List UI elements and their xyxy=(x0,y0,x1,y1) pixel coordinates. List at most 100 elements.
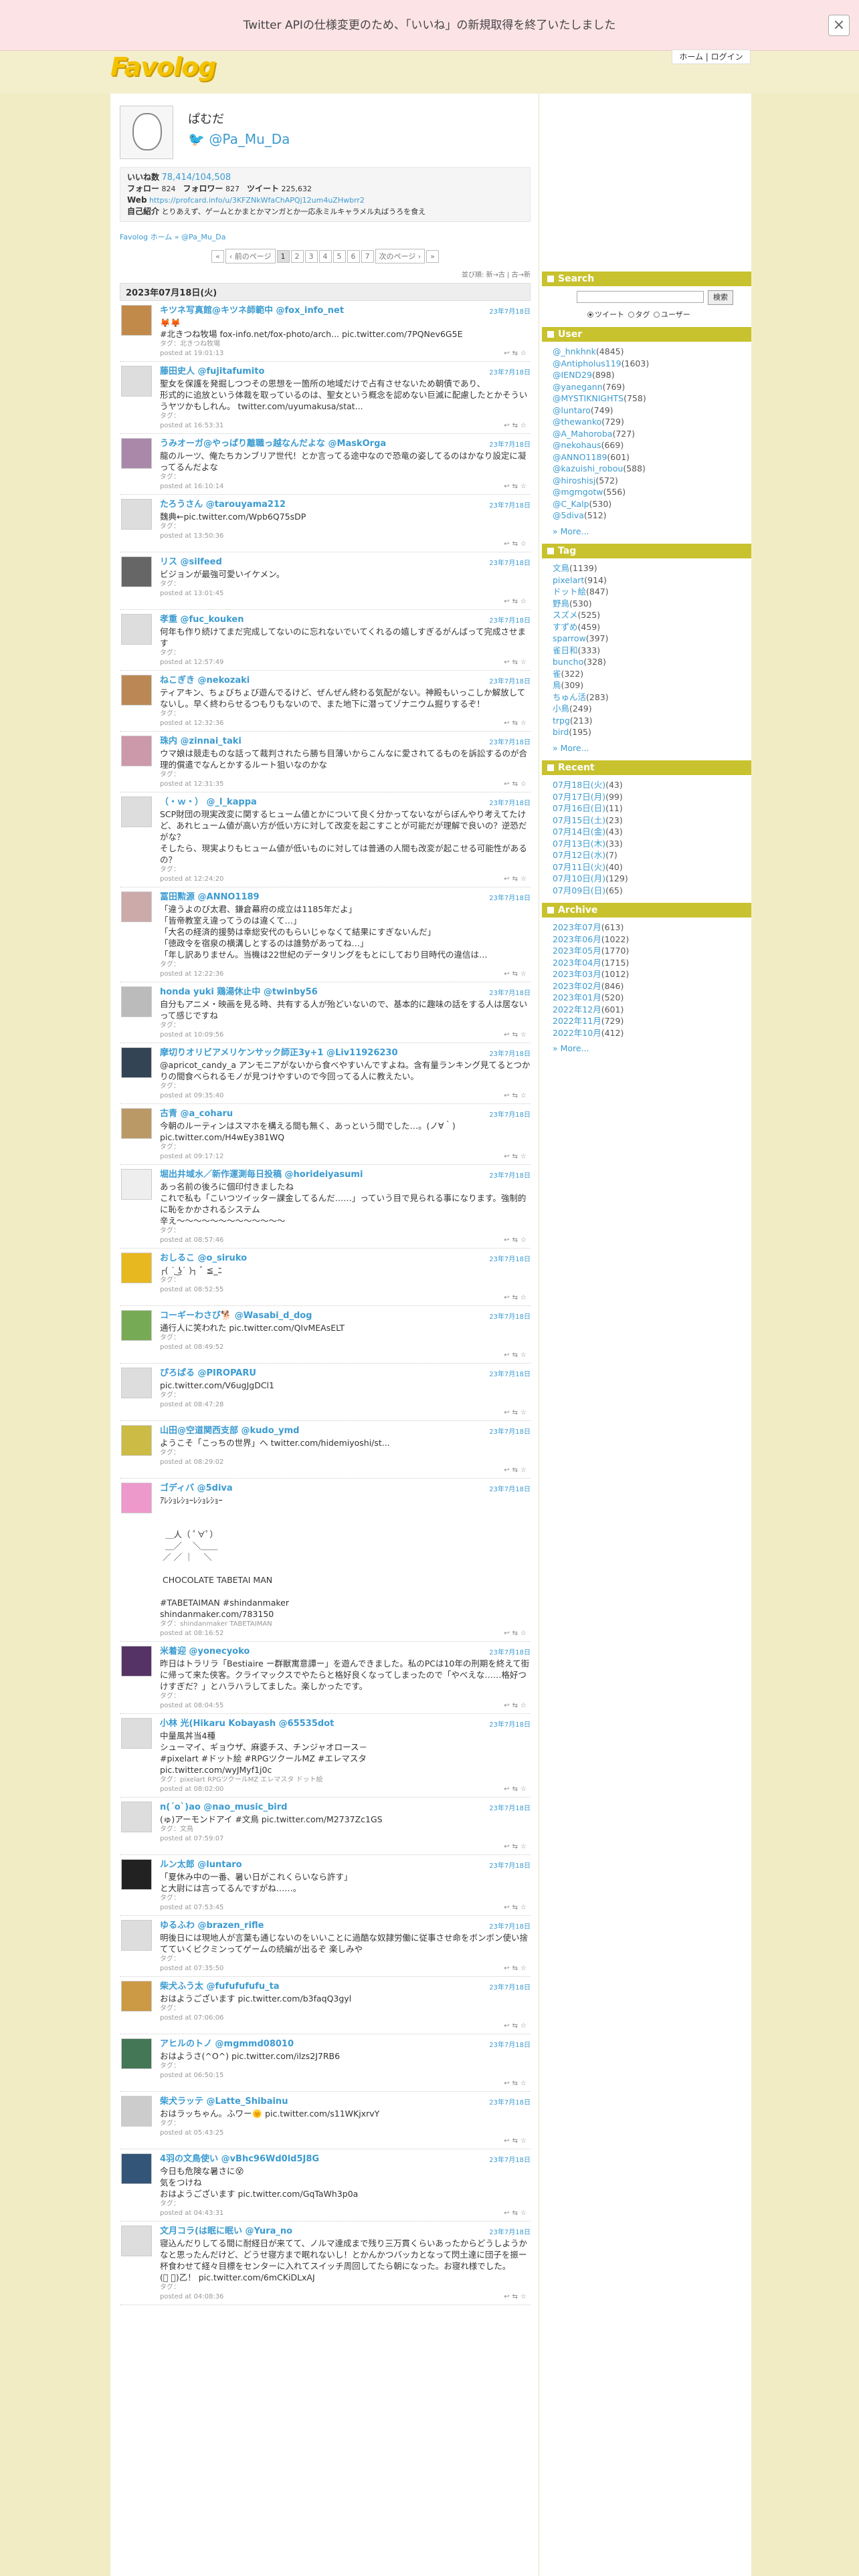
retweet-icon[interactable]: ⇆ xyxy=(512,2137,518,2145)
reply-icon[interactable]: ↩ xyxy=(504,1843,509,1850)
tweet-author-link[interactable]: ねこぎき @nekozaki xyxy=(160,675,250,685)
tweet-avatar[interactable] xyxy=(121,1169,152,1200)
user-item-link[interactable]: @thewanko xyxy=(553,417,601,427)
reply-icon[interactable]: ↩ xyxy=(504,1031,509,1039)
archive-item-link[interactable]: 2022年12月 xyxy=(553,1004,601,1014)
tweet-avatar[interactable] xyxy=(121,1718,152,1749)
tweet-avatar[interactable] xyxy=(121,305,152,336)
pager-page-6[interactable]: 6 xyxy=(347,250,360,263)
tweet-avatar[interactable] xyxy=(121,1310,152,1341)
like-icon[interactable]: ☆ xyxy=(520,659,527,666)
tweet-date-link[interactable]: 23年7月18日 xyxy=(489,1981,531,1992)
tag-item-link[interactable]: すずめ xyxy=(553,622,578,632)
tweet-date-link[interactable]: 23年7月18日 xyxy=(489,1802,531,1812)
retweet-icon[interactable]: ⇆ xyxy=(512,780,518,788)
tweet-avatar[interactable] xyxy=(121,1483,152,1513)
tweet-avatar[interactable] xyxy=(121,614,152,645)
pager-first[interactable]: « xyxy=(211,250,224,263)
archive-item-link[interactable]: 2023年01月 xyxy=(553,992,601,1002)
like-icon[interactable]: ☆ xyxy=(520,1237,527,1244)
reply-icon[interactable]: ↩ xyxy=(504,483,509,490)
tag-item-link[interactable]: スズメ xyxy=(553,610,578,620)
recent-item-link[interactable]: 07月14日(金) xyxy=(553,827,605,837)
tweet-date-link[interactable]: 23年7月18日 xyxy=(489,500,531,510)
user-item-link[interactable]: @hiroshisj xyxy=(553,475,595,486)
tweet-author-link[interactable]: たろうさん @tarouyama212 xyxy=(160,500,286,510)
tweet-date-link[interactable]: 23年7月18日 xyxy=(489,439,531,449)
like-icon[interactable]: ☆ xyxy=(520,1294,527,1301)
tweet-author-link[interactable]: 米着迎 @yonecyoko xyxy=(160,1646,250,1656)
reply-icon[interactable]: ↩ xyxy=(504,1965,509,1972)
archive-item-link[interactable]: 2022年10月 xyxy=(553,1028,601,1038)
tweet-avatar[interactable] xyxy=(121,675,152,706)
user-more-link[interactable]: » More... xyxy=(553,526,745,538)
retweet-icon[interactable]: ⇆ xyxy=(512,483,518,490)
tweet-author-link[interactable]: キツネ写真館@キツネ師範中 @fox_info_net xyxy=(160,306,344,316)
close-button[interactable]: × xyxy=(828,15,850,36)
like-icon[interactable]: ☆ xyxy=(520,2210,527,2217)
tweet-author-link[interactable]: 4羽の文鳥使い @vBhc96Wd0ld5J8G xyxy=(160,2154,319,2164)
tag-item-link[interactable]: ドット絵 xyxy=(553,586,586,597)
like-icon[interactable]: ☆ xyxy=(520,2293,527,2300)
user-item-link[interactable]: @IEND29 xyxy=(553,370,592,380)
reply-icon[interactable]: ↩ xyxy=(504,1352,509,1359)
tweet-avatar[interactable] xyxy=(121,1981,152,2012)
archive-item-link[interactable]: 2023年04月 xyxy=(553,958,601,968)
reply-icon[interactable]: ↩ xyxy=(504,1786,509,1793)
user-item-link[interactable]: @Antipholus119 xyxy=(553,358,622,368)
reply-icon[interactable]: ↩ xyxy=(504,970,509,978)
tweet-avatar[interactable] xyxy=(121,1108,152,1139)
reply-icon[interactable]: ↩ xyxy=(504,2080,509,2087)
recent-item-link[interactable]: 07月18日(火) xyxy=(553,780,605,790)
tweet-avatar[interactable] xyxy=(121,1253,152,1283)
tweet-avatar[interactable] xyxy=(121,796,152,827)
tweet-author-link[interactable]: コーギーわさび🐕 @Wasabi_d_dog xyxy=(160,1311,312,1321)
tag-item-link[interactable]: pixelart xyxy=(553,575,584,585)
retweet-icon[interactable]: ⇆ xyxy=(512,720,518,727)
archive-item-link[interactable]: 2022年11月 xyxy=(553,1016,601,1026)
like-icon[interactable]: ☆ xyxy=(520,1031,527,1039)
tweet-date-link[interactable]: 23年7月18日 xyxy=(489,675,531,685)
tweet-avatar[interactable] xyxy=(121,736,152,766)
pager-page-7[interactable]: 7 xyxy=(361,250,374,263)
like-icon[interactable]: ☆ xyxy=(520,875,527,883)
tweet-author-link[interactable]: 珠内 @zinnai_taki xyxy=(160,736,242,746)
retweet-icon[interactable]: ⇆ xyxy=(512,1409,518,1416)
tweet-avatar[interactable] xyxy=(121,891,152,922)
retweet-icon[interactable]: ⇆ xyxy=(512,2080,518,2087)
reply-icon[interactable]: ↩ xyxy=(504,1630,509,1637)
pager-page-4[interactable]: 4 xyxy=(318,250,332,263)
like-icon[interactable]: ☆ xyxy=(520,1843,527,1850)
tweet-date-link[interactable]: 23年7月18日 xyxy=(489,797,531,807)
tweet-author-link[interactable]: （・ｗ・） @_l_kappa xyxy=(160,797,257,807)
tweet-author-link[interactable]: 柴犬ふう太 @fufufufufu_ta xyxy=(160,1981,280,1992)
like-icon[interactable]: ☆ xyxy=(520,780,527,788)
pager-last[interactable]: » xyxy=(426,250,439,263)
recent-item-link[interactable]: 07月15日(土) xyxy=(553,815,605,825)
reply-icon[interactable]: ↩ xyxy=(504,350,509,357)
tag-item-link[interactable]: sparrow xyxy=(553,633,586,643)
tweet-date-link[interactable]: 23年7月18日 xyxy=(489,987,531,997)
pager-page-3[interactable]: 3 xyxy=(304,250,318,263)
like-icon[interactable]: ☆ xyxy=(520,1786,527,1793)
recent-item-link[interactable]: 07月13日(木) xyxy=(553,839,605,849)
radio-user[interactable] xyxy=(654,311,660,318)
retweet-icon[interactable]: ⇆ xyxy=(512,2210,518,2217)
tweet-author-link[interactable]: ゴディバ @5diva xyxy=(160,1483,233,1493)
tweet-author-link[interactable]: 文月コラ(は眠に眠い @Yura_no xyxy=(160,2226,292,2236)
archive-item-link[interactable]: 2023年06月 xyxy=(553,934,601,944)
user-item-link[interactable]: @ANNO1189 xyxy=(553,452,607,462)
user-item-link[interactable]: @kazuishi_robou xyxy=(553,463,623,473)
tweet-avatar[interactable] xyxy=(121,1920,152,1951)
recent-item-link[interactable]: 07月12日(水) xyxy=(553,850,605,860)
retweet-icon[interactable]: ⇆ xyxy=(512,598,518,605)
retweet-icon[interactable]: ⇆ xyxy=(512,1237,518,1244)
tweet-author-link[interactable]: 堀出井域水／新作運測毎日投稿 @horideiyasumi xyxy=(160,1170,363,1180)
breadcrumb[interactable]: Favolog ホーム » @Pa_Mu_Da xyxy=(120,231,531,242)
reply-icon[interactable]: ↩ xyxy=(504,1702,509,1709)
retweet-icon[interactable]: ⇆ xyxy=(512,350,518,357)
like-icon[interactable]: ☆ xyxy=(520,598,527,605)
reply-icon[interactable]: ↩ xyxy=(504,1294,509,1301)
tweet-author-link[interactable]: n(´o`)ao @nao_music_bird xyxy=(160,1802,287,1812)
retweet-icon[interactable]: ⇆ xyxy=(512,2293,518,2300)
